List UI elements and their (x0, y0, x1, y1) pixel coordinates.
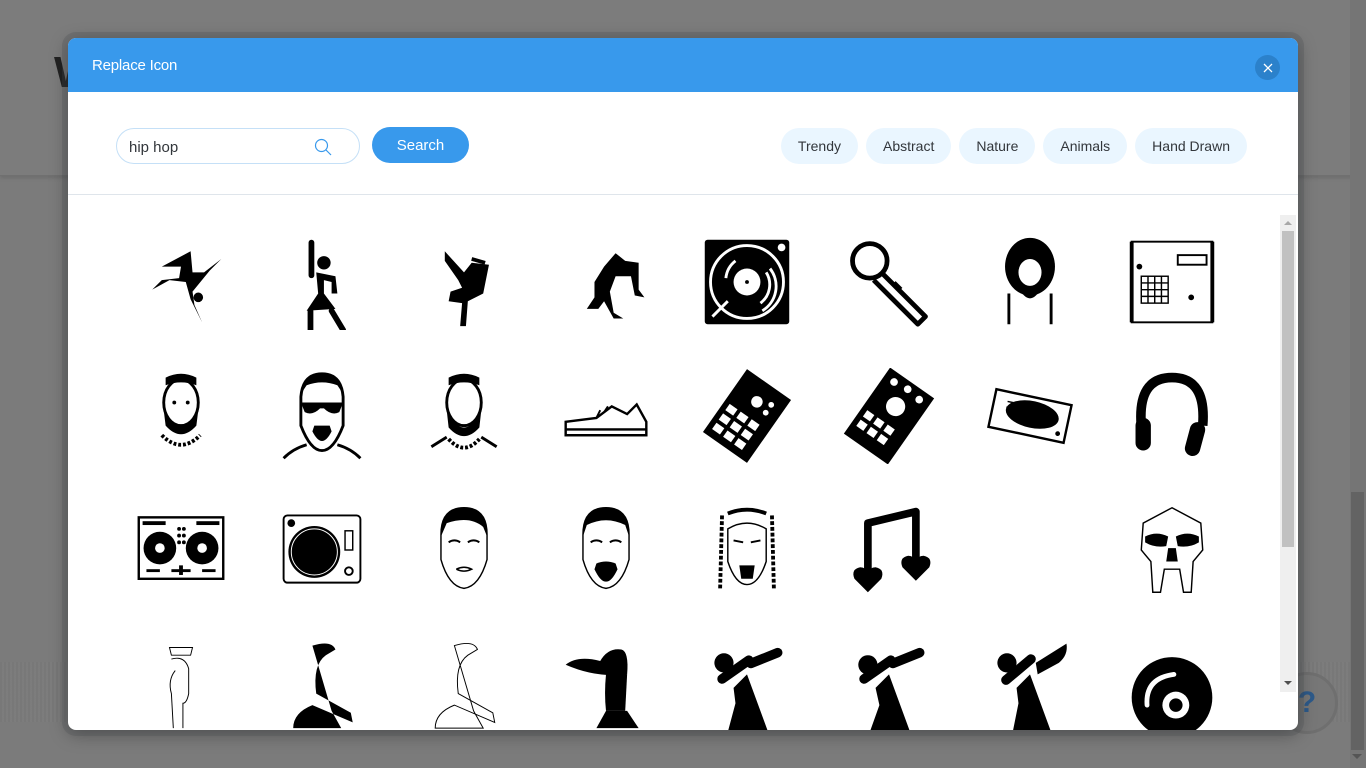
icon-result-item[interactable] (393, 215, 535, 349)
icon-result-item[interactable] (110, 483, 252, 617)
icon-results (68, 195, 1298, 730)
drum-machine-icon (1129, 240, 1215, 324)
backbend-dancer-icon (586, 253, 644, 319)
sneaker-icon (564, 402, 648, 437)
headphones-icon (1135, 372, 1208, 456)
close-icon (1263, 63, 1272, 72)
icon-result-item[interactable] (818, 617, 960, 730)
category-tags: Trendy Abstract Nature Animals Hand Draw… (780, 128, 1247, 164)
icon-result-item[interactable] (1101, 349, 1243, 483)
turntable-icon (704, 239, 790, 325)
search-field[interactable] (116, 128, 360, 164)
dialog-title: Replace Icon (92, 57, 178, 74)
goatee-man-face-icon (581, 507, 630, 590)
record-disc-icon (1131, 657, 1213, 730)
tag-animals[interactable]: Animals (1043, 128, 1128, 164)
breakdance-spin-icon (151, 251, 222, 323)
crouching-figure-icon (293, 643, 354, 729)
icon-result-item[interactable] (393, 483, 535, 617)
help-icon: ? (1297, 686, 1317, 719)
afro-beard-man-icon (1005, 237, 1056, 325)
dialog-header: Replace Icon (68, 38, 1298, 92)
icon-result-item[interactable] (960, 617, 1102, 730)
vinyl-deck-icon (283, 514, 362, 584)
icon-result-item[interactable] (1101, 483, 1243, 617)
page-scroll-down-arrow[interactable] (1352, 754, 1362, 759)
dj-controller-icon (137, 516, 225, 580)
icon-result-item[interactable] (676, 349, 818, 483)
microphone-icon (849, 241, 928, 327)
crouching-figure-outline-icon (434, 642, 496, 729)
page-scrollbar-thumb[interactable] (1351, 492, 1364, 750)
icon-result-item[interactable] (252, 215, 394, 349)
dab-pose-2-icon (858, 647, 925, 730)
search-button[interactable]: Search (372, 127, 469, 163)
scroll-down-arrow[interactable] (1284, 681, 1292, 685)
icon-result-item[interactable] (1101, 617, 1243, 730)
sampler-pad-icon (843, 368, 934, 464)
icon-result-item[interactable] (960, 349, 1102, 483)
cap-head-icon (565, 649, 639, 729)
search-toolbar: Search Trendy Abstract Nature Animals Ha… (68, 92, 1298, 195)
scroll-up-arrow[interactable] (1284, 221, 1292, 225)
icon-grid (110, 215, 1243, 730)
results-scrollbar[interactable] (1280, 215, 1296, 692)
search-input[interactable] (129, 137, 309, 157)
icon-result-item[interactable] (535, 617, 677, 730)
bearded-rapper-chain-icon (160, 373, 202, 447)
icon-result-item[interactable] (676, 215, 818, 349)
icon-result-item[interactable] (818, 349, 960, 483)
icon-result-item[interactable] (393, 617, 535, 730)
icon-result-item[interactable] (393, 349, 535, 483)
braided-man-face-icon (718, 507, 776, 589)
icon-result-item[interactable] (252, 349, 394, 483)
close-button[interactable] (1255, 55, 1280, 80)
icon-result-item[interactable] (535, 349, 677, 483)
icon-result-item[interactable] (110, 349, 252, 483)
bearded-man-chain-icon (430, 373, 498, 450)
metal-mask-icon (1140, 506, 1204, 593)
young-man-face-icon (440, 507, 488, 590)
icon-result-item[interactable] (960, 215, 1102, 349)
replace-icon-dialog: Replace Icon Search Trendy Abstract Natu… (68, 38, 1298, 730)
icon-result-item[interactable] (818, 215, 960, 349)
tag-hand-drawn[interactable]: Hand Drawn (1135, 128, 1247, 164)
beat-pad-icon (703, 369, 792, 463)
blank-icon (982, 502, 1078, 598)
record-player-icon (987, 387, 1074, 445)
icon-result-item[interactable] (676, 617, 818, 730)
icon-result-item[interactable] (252, 617, 394, 730)
tag-nature[interactable]: Nature (959, 128, 1036, 164)
breakdance-freeze-icon (444, 251, 489, 327)
icon-result-item[interactable] (1101, 215, 1243, 349)
icon-result-item[interactable] (252, 483, 394, 617)
tag-trendy[interactable]: Trendy (780, 128, 858, 164)
sunglasses-rapper-icon (282, 372, 362, 460)
icon-result-item[interactable] (535, 483, 677, 617)
sketch-man-cap-icon (168, 647, 193, 729)
dancing-figure-icon (307, 239, 347, 330)
icon-result-item[interactable] (818, 483, 960, 617)
icon-result-item[interactable] (960, 483, 1102, 617)
icon-result-item[interactable] (110, 215, 252, 349)
icon-result-item[interactable] (110, 617, 252, 730)
tag-abstract[interactable]: Abstract (865, 128, 952, 164)
icon-result-item[interactable] (676, 483, 818, 617)
dab-pose-icon (714, 647, 783, 730)
scrollbar-thumb[interactable] (1282, 231, 1294, 547)
music-note-hearts-icon (853, 507, 931, 593)
icon-result-item[interactable] (535, 215, 677, 349)
dab-pose-3-icon (997, 643, 1068, 730)
search-icon[interactable] (313, 137, 333, 157)
